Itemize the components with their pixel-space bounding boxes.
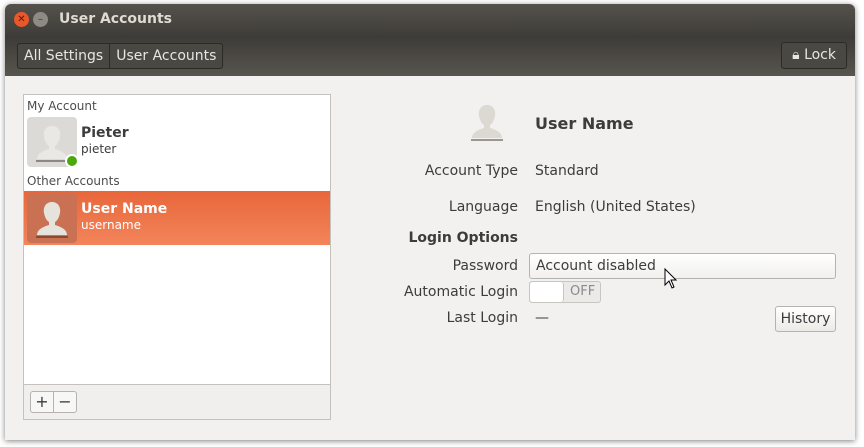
automatic-login-label: Automatic Login: [403, 284, 518, 300]
toggle-state: OFF: [570, 284, 596, 299]
password-label: Password: [452, 258, 518, 274]
lock-button[interactable]: 🔒︎ Lock: [781, 42, 847, 69]
breadcrumb: All Settings User Accounts: [17, 43, 224, 69]
avatar: [27, 117, 79, 168]
account-name: User Name: [81, 201, 168, 217]
title-bar: ✕ – User Accounts: [5, 4, 855, 36]
add-user-button[interactable]: +: [30, 391, 54, 413]
close-button[interactable]: ✕: [14, 12, 29, 27]
breadcrumb-all-settings[interactable]: All Settings: [18, 44, 109, 68]
last-login-value: —: [535, 310, 549, 326]
history-button[interactable]: History: [775, 306, 836, 332]
account-row-user-name[interactable]: User Name username: [24, 191, 330, 245]
my-account-header: My Account: [27, 99, 97, 113]
minimize-button[interactable]: –: [33, 12, 48, 27]
lock-label: Lock: [804, 47, 836, 63]
toggle-knob: [530, 282, 564, 302]
password-field[interactable]: Account disabled: [529, 253, 836, 279]
accounts-list: My Account Pieter pieter Other Accounts …: [23, 94, 331, 420]
account-username: pieter: [81, 142, 117, 156]
account-row-pieter[interactable]: Pieter pieter: [24, 115, 330, 169]
user-name-title[interactable]: User Name: [535, 114, 634, 133]
login-options-heading: Login Options: [408, 230, 518, 246]
toolbar: All Settings User Accounts 🔒︎ Lock: [5, 36, 855, 76]
user-accounts-window: ✕ – User Accounts All Settings User Acco…: [5, 4, 855, 440]
other-accounts-header: Other Accounts: [27, 174, 120, 188]
user-icon: [36, 202, 68, 238]
remove-user-button[interactable]: −: [53, 391, 77, 413]
window-title: User Accounts: [59, 11, 172, 27]
breadcrumb-user-accounts[interactable]: User Accounts: [109, 44, 222, 68]
lock-icon: 🔒︎: [792, 47, 800, 63]
online-status-icon: [65, 154, 79, 168]
user-avatar-icon[interactable]: [465, 100, 509, 148]
account-type-value[interactable]: Standard: [535, 163, 599, 179]
mouse-cursor-icon: [664, 268, 678, 289]
account-type-label: Account Type: [424, 163, 518, 179]
avatar: [27, 193, 77, 243]
language-label: Language: [448, 199, 518, 215]
account-name: Pieter: [81, 125, 129, 141]
list-toolbar: + −: [24, 384, 330, 419]
automatic-login-toggle[interactable]: OFF: [529, 281, 601, 303]
account-username: username: [81, 218, 141, 232]
last-login-label: Last Login: [446, 310, 518, 326]
language-value[interactable]: English (United States): [535, 199, 696, 215]
